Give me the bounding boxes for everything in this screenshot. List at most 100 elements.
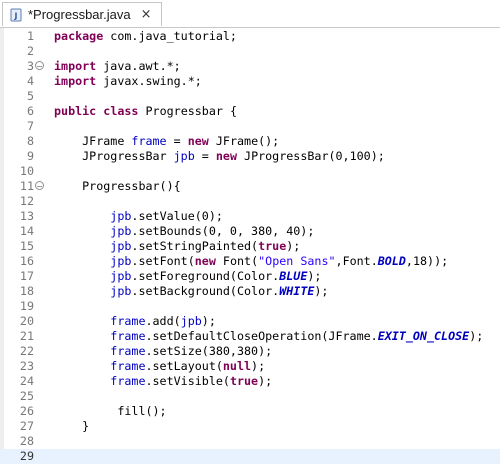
code-token: .setLayout( (145, 359, 223, 373)
code-line[interactable]: 26 fill(); (0, 404, 500, 419)
code-token: .setStringPainted( (131, 239, 259, 253)
code-token: ,18)); (405, 254, 449, 268)
line-number: 5 (26, 89, 34, 103)
line-number: 8 (26, 134, 34, 148)
code-token: ); (201, 314, 216, 328)
code-line[interactable]: 22 frame.setSize(380,380); (0, 344, 500, 359)
code-line[interactable]: 19 (0, 299, 500, 314)
code-line[interactable]: 1 package com.java_tutorial; (0, 29, 500, 44)
line-number: 28 (19, 434, 34, 448)
code-token: jpb (173, 149, 195, 163)
code-token: Progressbar(){ (54, 179, 181, 193)
line-number: 9 (26, 149, 34, 163)
line-number: 19 (19, 299, 34, 313)
line-number: 20 (19, 314, 34, 328)
code-text: fill(); (54, 404, 166, 419)
code-line[interactable]: 3− import java.awt.*; (0, 59, 500, 74)
code-token: ); (286, 239, 301, 253)
code-line[interactable]: 4 import javax.swing.*; (0, 74, 500, 89)
java-file-icon: J (9, 8, 23, 22)
code-token: frame (110, 344, 146, 358)
svg-text:J: J (14, 11, 18, 20)
line-number: 26 (19, 404, 34, 418)
line-number: 11 (19, 179, 34, 193)
code-token: WHITE (279, 284, 315, 298)
code-line[interactable]: 29 (0, 449, 500, 464)
code-line[interactable]: 25 (0, 389, 500, 404)
code-line[interactable]: 17 jpb.setForeground(Color.BLUE); (0, 269, 500, 284)
code-token: new (187, 134, 209, 148)
code-token: public (54, 104, 97, 118)
line-number: 27 (19, 419, 34, 433)
code-text: jpb.setValue(0); (54, 209, 223, 224)
code-token: JProgressBar (54, 149, 174, 163)
close-icon[interactable]: × (141, 7, 152, 22)
code-token: frame (110, 314, 146, 328)
code-text: Progressbar(){ (54, 179, 181, 194)
fold-minus-icon[interactable]: − (35, 61, 44, 71)
code-token: .add( (145, 314, 181, 328)
code-token: JProgressBar(0,100); (237, 149, 385, 163)
code-line[interactable]: 12 (0, 194, 500, 209)
code-line[interactable]: 6 public class Progressbar { (0, 104, 500, 119)
code-token: jpb (110, 269, 132, 283)
code-editor[interactable]: 1 package com.java_tutorial; 2 3− import jav… (0, 28, 500, 464)
code-token: true (258, 239, 287, 253)
code-token: jpb (110, 254, 132, 268)
code-token: .setBounds(0, 0, 380, 40); (131, 224, 315, 238)
code-token: class (103, 104, 139, 118)
code-token: frame (110, 329, 146, 343)
code-line[interactable]: 10 (0, 164, 500, 179)
line-number: 21 (19, 329, 34, 343)
code-text: jpb.setBounds(0, 0, 380, 40); (54, 224, 314, 239)
code-line[interactable]: 9 JProgressBar jpb = new JProgressBar(0,… (0, 149, 500, 164)
line-number: 23 (19, 359, 34, 373)
code-token: .setSize(380,380); (145, 344, 273, 358)
code-token: = (166, 134, 188, 148)
code-token: "Open Sans" (258, 254, 336, 268)
code-line[interactable]: 16 jpb.setFont(new Font("Open Sans",Font… (0, 254, 500, 269)
code-line[interactable]: 13 jpb.setValue(0); (0, 209, 500, 224)
code-line[interactable]: 20 frame.add(jpb); (0, 314, 500, 329)
code-text: import java.awt.*; (54, 59, 181, 74)
code-line[interactable]: 14 jpb.setBounds(0, 0, 380, 40); (0, 224, 500, 239)
code-text: } (54, 419, 89, 434)
line-number: 29 (19, 449, 34, 463)
code-line[interactable]: 15 jpb.setStringPainted(true); (0, 239, 500, 254)
code-line[interactable]: 5 (0, 89, 500, 104)
code-line[interactable]: 2 (0, 44, 500, 59)
line-number: 25 (19, 389, 34, 403)
code-line[interactable]: 7 (0, 119, 500, 134)
code-token: jpb (180, 314, 202, 328)
code-line[interactable]: 28 (0, 434, 500, 449)
code-token: new (194, 254, 216, 268)
code-line[interactable]: 21 frame.setDefaultCloseOperation(JFrame… (0, 329, 500, 344)
code-line[interactable]: 11− Progressbar(){ (0, 179, 500, 194)
code-token: package (54, 29, 104, 43)
code-line[interactable]: 23 frame.setLayout(null); (0, 359, 500, 374)
tab-title: *Progressbar.java (28, 7, 131, 22)
code-text: JFrame frame = new JFrame(); (54, 134, 279, 149)
code-token: javax.swing.*; (96, 74, 202, 88)
line-number: 14 (19, 224, 34, 238)
line-number: 18 (19, 284, 34, 298)
code-token: BLUE (279, 269, 308, 283)
code-token: jpb (110, 239, 132, 253)
tab-progressbar-java[interactable]: J *Progressbar.java × (2, 2, 162, 26)
code-text: public class Progressbar { (54, 104, 237, 119)
code-token: .setBackground(Color. (131, 284, 280, 298)
code-token: ); (314, 284, 329, 298)
code-token: } (54, 419, 90, 433)
code-line[interactable]: 27 } (0, 419, 500, 434)
code-line[interactable]: 18 jpb.setBackground(Color.WHITE); (0, 284, 500, 299)
code-line[interactable]: 24 frame.setVisible(true); (0, 374, 500, 389)
code-line[interactable]: 8 JFrame frame = new JFrame(); (0, 134, 500, 149)
code-token: import (54, 74, 97, 88)
line-number: 1 (26, 29, 34, 43)
fold-minus-icon[interactable]: − (35, 181, 44, 191)
code-token: JFrame(); (208, 134, 280, 148)
